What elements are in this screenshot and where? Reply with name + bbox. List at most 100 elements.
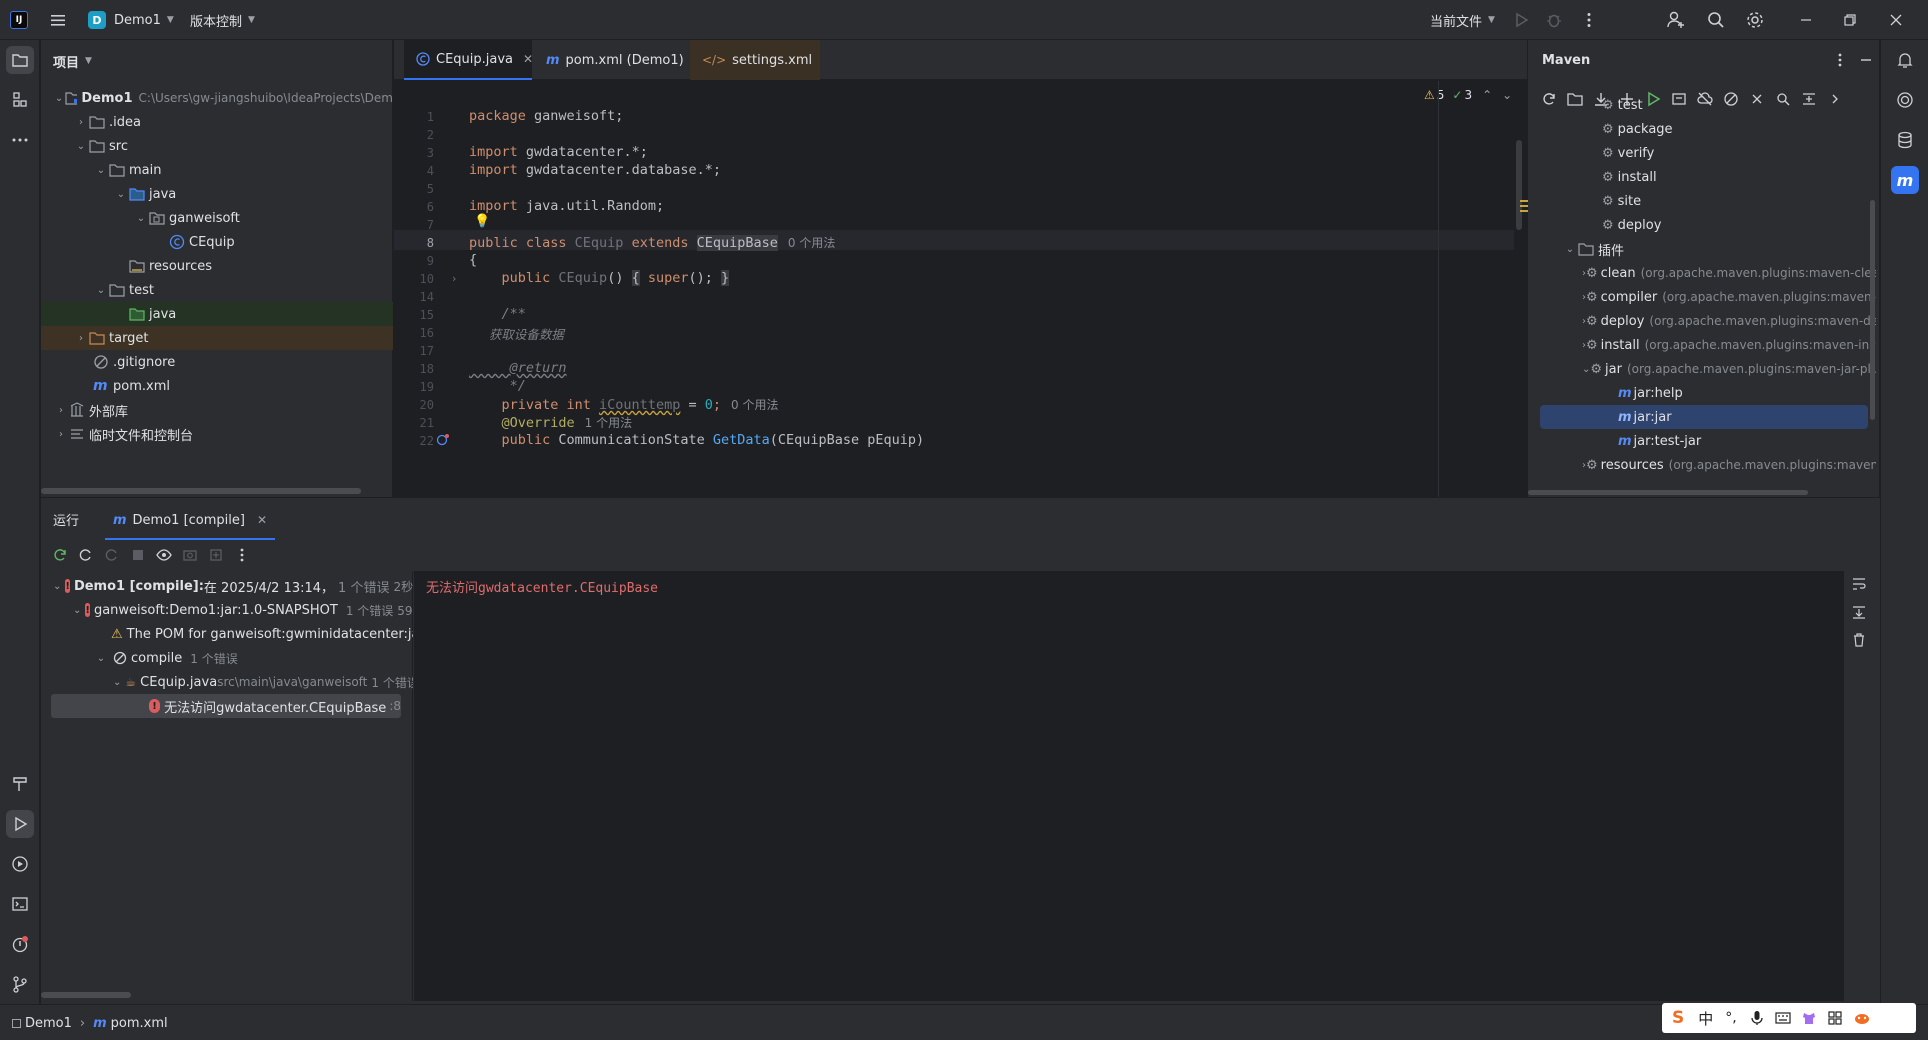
ime-mode-toggle[interactable]: 中 — [1698, 1008, 1713, 1029]
ai-assistant-button[interactable] — [1891, 86, 1919, 114]
keyboard-icon[interactable] — [1775, 1010, 1791, 1026]
more-tools-button[interactable] — [6, 126, 34, 154]
build-tree-hscrollbar[interactable] — [41, 992, 131, 998]
close-button[interactable] — [1886, 10, 1906, 30]
minimize-button[interactable] — [1796, 10, 1816, 30]
tree-item-target[interactable]: › target — [41, 326, 393, 350]
lifecycle-item-package[interactable]: ⚙ package — [1528, 117, 1876, 141]
chevron-down-icon[interactable]: ⌄ — [133, 210, 149, 226]
chevron-down-icon[interactable]: ⌄ — [113, 186, 129, 202]
tree-item-scratches[interactable]: › 临时文件和控制台 — [41, 422, 393, 446]
settings-gear-icon[interactable] — [1745, 10, 1765, 30]
chevron-right-icon[interactable]: › — [53, 402, 69, 418]
more-actions-icon[interactable] — [233, 546, 251, 564]
project-switcher[interactable]: D Demo1 ▼ — [88, 9, 174, 31]
lightbulb-icon[interactable]: 💡 — [474, 214, 490, 229]
close-icon[interactable]: ✕ — [257, 513, 267, 527]
plugin-resources[interactable]: › ⚙ resources (org.apache.maven.plugins:… — [1528, 453, 1876, 477]
build-tool-button[interactable] — [6, 770, 34, 798]
run-config-selector[interactable]: 当前文件 ▼ — [1430, 9, 1495, 31]
debug-icon[interactable] — [1545, 11, 1563, 29]
build-file-node[interactable]: ⌄ ☕ CEquip.java src\main\java\ganweisoft… — [41, 670, 413, 694]
breadcrumb-item[interactable]: Demo1 — [25, 1016, 72, 1031]
chevron-right-icon[interactable]: › — [53, 426, 69, 442]
plugin-compiler[interactable]: › ⚙ compiler (org.apache.maven.plugins:m… — [1528, 285, 1876, 309]
folded-brace[interactable]: { — [631, 270, 640, 286]
lifecycle-item-site[interactable]: ⚙ site — [1528, 189, 1876, 213]
tree-item-java-source[interactable]: ⌄ java — [41, 182, 393, 206]
more-actions-icon[interactable] — [1580, 11, 1598, 29]
tree-item-cequip[interactable]: CEquip — [41, 230, 393, 254]
more-options-icon[interactable] — [1832, 52, 1848, 68]
chevron-down-icon[interactable]: ⌄ — [93, 650, 109, 666]
lifecycle-item-test[interactable]: ⚙ test — [1528, 93, 1876, 117]
tree-item-test[interactable]: ⌄ test — [41, 278, 393, 302]
toggle-auto-icon[interactable] — [103, 546, 121, 564]
services-tool-button[interactable] — [6, 850, 34, 878]
chevron-right-icon[interactable]: › — [73, 114, 89, 130]
trash-icon[interactable] — [1851, 632, 1875, 648]
tab-settings-xml[interactable]: </> settings.xml — [690, 40, 820, 80]
tree-item-java-test[interactable]: java — [41, 302, 393, 326]
build-compile-node[interactable]: ⌄ compile 1 个错误 — [41, 646, 413, 670]
chevron-down-icon[interactable]: ⌄ — [53, 90, 65, 106]
screenshot-icon[interactable] — [181, 546, 199, 564]
plugin-jar[interactable]: ⌄ ⚙ jar (org.apache.maven.plugins:maven-… — [1528, 357, 1876, 381]
goal-jar-jar[interactable]: m jar:jar — [1540, 405, 1868, 429]
punctuation-icon[interactable]: °, — [1725, 1010, 1736, 1026]
vcs-menu[interactable]: 版本控制 ▼ — [190, 9, 255, 31]
usage-hint[interactable]: 1 个用法 — [585, 416, 632, 430]
plugin-deploy[interactable]: › ⚙ deploy (org.apache.maven.plugins:mav… — [1528, 309, 1876, 333]
mascot-icon[interactable] — [1853, 1010, 1871, 1026]
chevron-down-icon[interactable]: ⌄ — [73, 602, 81, 618]
tree-item-main[interactable]: ⌄ main — [41, 158, 393, 182]
project-panel-header[interactable]: 项目 ▼ — [53, 50, 92, 72]
close-icon[interactable]: ✕ — [523, 52, 533, 66]
toolbox-icon[interactable] — [1827, 1010, 1843, 1026]
horizontal-scrollbar[interactable] — [41, 488, 361, 494]
vertical-scrollbar[interactable] — [1516, 140, 1522, 230]
chevron-right-icon[interactable]: › — [73, 330, 89, 346]
rerun-failed-icon[interactable] — [77, 546, 95, 564]
tree-item-external-libs[interactable]: › 外部库 — [41, 398, 393, 422]
tab-pom-xml[interactable]: m pom.xml (Demo1) — [534, 40, 684, 80]
tree-item-pom[interactable]: m pom.xml — [41, 374, 393, 398]
plugin-clean[interactable]: › ⚙ clean (org.apache.maven.plugins:mave… — [1528, 261, 1876, 285]
restore-button[interactable] — [1840, 10, 1860, 30]
build-root-node[interactable]: ⌄ ! Demo1 [compile]: 在 2025/4/2 13:14， 1… — [41, 574, 413, 598]
goal-jar-help[interactable]: m jar:help — [1528, 381, 1876, 405]
terminal-tool-button[interactable] — [6, 890, 34, 918]
eye-icon[interactable] — [155, 546, 173, 564]
chevron-down-icon[interactable]: ⌄ — [113, 674, 121, 690]
usage-hint[interactable]: 0 个用法 — [788, 236, 835, 250]
soft-wrap-icon[interactable] — [1851, 576, 1875, 592]
scroll-to-end-icon[interactable] — [1851, 604, 1875, 620]
main-menu-button[interactable] — [48, 10, 68, 30]
database-button[interactable] — [1891, 126, 1919, 154]
stop-icon[interactable] — [129, 546, 147, 564]
maven-hscrollbar[interactable] — [1528, 490, 1808, 495]
chevron-down-icon[interactable]: ⌄ — [53, 578, 61, 594]
chevron-down-icon[interactable]: ⌄ — [73, 138, 89, 154]
tree-item-gitignore[interactable]: .gitignore — [41, 350, 393, 374]
notifications-button[interactable] — [1891, 46, 1919, 74]
project-tool-button[interactable] — [6, 46, 34, 74]
add-user-icon[interactable] — [1666, 10, 1686, 30]
structure-tool-button[interactable] — [6, 86, 34, 114]
chevron-down-icon[interactable]: ⌄ — [1582, 361, 1590, 377]
maven-button[interactable]: m — [1891, 166, 1919, 194]
run-tool-button[interactable] — [6, 810, 34, 838]
folded-brace[interactable]: } — [721, 270, 730, 286]
lifecycle-item-install[interactable]: ⚙ install — [1528, 165, 1876, 189]
breadcrumb-item[interactable]: pom.xml — [111, 1016, 168, 1031]
skin-icon[interactable] — [1801, 1010, 1817, 1026]
problems-tool-button[interactable] — [6, 930, 34, 958]
maven-scrollbar[interactable] — [1870, 200, 1875, 420]
build-module-node[interactable]: ⌄ ! ganweisoft:Demo1:jar:1.0-SNAPSHOT 1 … — [41, 598, 413, 622]
tree-item-src[interactable]: ⌄ src — [41, 134, 393, 158]
export-icon[interactable] — [207, 546, 225, 564]
usage-hint[interactable]: 0 个用法 — [731, 398, 778, 412]
goal-jar-test-jar[interactable]: m jar:test-jar — [1528, 429, 1876, 453]
code-area[interactable]: package ganweisoft; import gwdatacenter.… — [394, 81, 1514, 497]
chevron-down-icon[interactable]: ⌄ — [93, 162, 109, 178]
